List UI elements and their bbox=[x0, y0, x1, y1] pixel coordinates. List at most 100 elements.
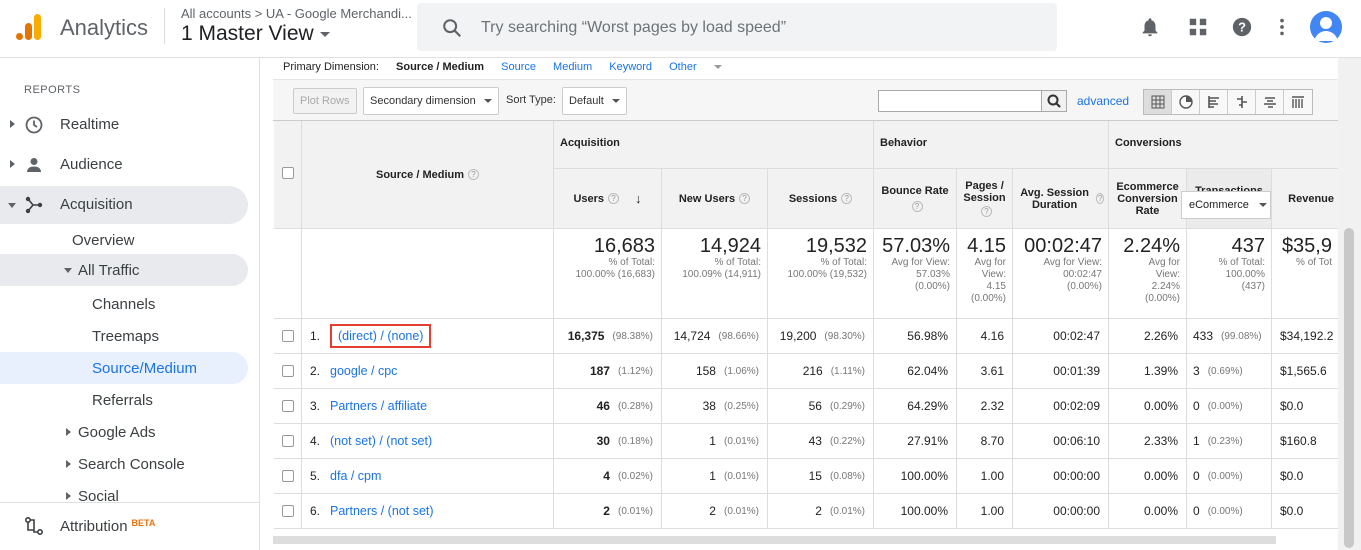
secondary-dimension-dropdown[interactable]: Secondary dimension bbox=[363, 87, 499, 115]
row-checkbox[interactable] bbox=[281, 330, 294, 342]
bell-icon[interactable] bbox=[1139, 16, 1161, 38]
table-cell: 56.98% bbox=[874, 319, 957, 354]
pie-view-icon[interactable] bbox=[1172, 90, 1200, 114]
comparison-view-icon[interactable] bbox=[1228, 90, 1256, 114]
search-input[interactable] bbox=[481, 15, 1041, 41]
col-pages-session[interactable]: Pages / Session? bbox=[957, 169, 1013, 229]
term-cloud-view-icon[interactable] bbox=[1256, 90, 1284, 114]
source-medium-link[interactable]: (direct) / (none) bbox=[338, 329, 423, 343]
totals-cell: 16,683 % of Total: 100.00% (16,683) bbox=[554, 229, 662, 319]
dimension-medium-link[interactable]: Medium bbox=[553, 61, 592, 73]
sort-desc-icon[interactable]: ↓ bbox=[635, 192, 642, 205]
sidebar-item-source-medium[interactable]: Source/Medium bbox=[0, 352, 248, 384]
col-sessions[interactable]: Sessions? bbox=[768, 169, 874, 229]
row-checkbox[interactable] bbox=[281, 400, 294, 412]
sidebar-item-realtime[interactable]: Realtime bbox=[0, 106, 248, 144]
table-cell: 19,200 (98.30%) bbox=[768, 319, 874, 354]
avatar[interactable] bbox=[1310, 11, 1342, 43]
pivot-view-icon[interactable] bbox=[1284, 90, 1312, 114]
source-medium-link[interactable]: (not set) / (not set) bbox=[330, 434, 432, 448]
horizontal-scrollbar[interactable] bbox=[273, 536, 1276, 544]
cell-value: $160.8 bbox=[1280, 434, 1317, 448]
help-icon[interactable]: ? bbox=[739, 193, 751, 204]
sidebar-item-referrals[interactable]: Referrals bbox=[0, 384, 248, 416]
table-view-icon[interactable] bbox=[1144, 90, 1172, 114]
help-icon[interactable]: ? bbox=[981, 206, 992, 217]
table-grid: Source / Medium? Acquisition Behavior Co… bbox=[273, 120, 1339, 529]
cell-value: 16,375 bbox=[567, 329, 605, 343]
search-bar[interactable] bbox=[417, 3, 1057, 51]
conversions-goal-dropdown[interactable]: eCommerce bbox=[1181, 191, 1271, 219]
col-bounce-rate[interactable]: Bounce Rate? bbox=[874, 169, 957, 229]
col-avg-session-duration[interactable]: Avg. Session Duration? bbox=[1013, 169, 1109, 229]
total-note: 100.00% (19,532) bbox=[787, 269, 867, 280]
caret-down-icon bbox=[1258, 203, 1267, 208]
total-note: 100.09% (14,911) bbox=[682, 269, 761, 280]
sidebar-item-attribution[interactable]: Attribution BETA bbox=[0, 502, 259, 550]
dimension-source-link[interactable]: Source bbox=[501, 61, 536, 73]
dimension-keyword-link[interactable]: Keyword bbox=[609, 61, 652, 73]
total-note: Avg for View: bbox=[1043, 257, 1102, 268]
cell-value: 0 bbox=[1193, 469, 1200, 483]
vertical-scrollbar[interactable] bbox=[1338, 58, 1361, 550]
account-breadcrumb[interactable]: All accounts > UA - Google Merchandi... bbox=[181, 6, 412, 21]
row-checkbox[interactable] bbox=[281, 505, 294, 517]
total-note: Avg for bbox=[974, 257, 1007, 268]
performance-view-icon[interactable] bbox=[1200, 90, 1228, 114]
row-checkbox[interactable] bbox=[281, 470, 294, 482]
table-cell: 0.00% bbox=[1109, 459, 1187, 494]
col-revenue[interactable]: Revenue bbox=[1272, 169, 1339, 229]
col-new-users[interactable]: New Users? bbox=[662, 169, 768, 229]
sidebar-item-google-ads[interactable]: Google Ads bbox=[0, 416, 248, 448]
help-icon[interactable]: ? bbox=[911, 201, 923, 212]
cell-percent: (99.08%) bbox=[1221, 330, 1262, 342]
advanced-filter-link[interactable]: advanced bbox=[1077, 94, 1129, 108]
sidebar-item-audience[interactable]: Audience bbox=[0, 146, 248, 184]
sidebar-item-acquisition[interactable]: Acquisition bbox=[0, 186, 248, 224]
col-ecommerce-conversion-rate[interactable]: Ecommerce Conversion Rate bbox=[1109, 169, 1187, 229]
row-checkbox[interactable] bbox=[281, 435, 294, 447]
source-medium-link[interactable]: google / cpc bbox=[330, 364, 397, 378]
view-selector[interactable]: 1 Master View bbox=[181, 22, 330, 46]
behavior-group-header: Behavior bbox=[874, 121, 1109, 169]
cell-percent: (0.25%) bbox=[723, 400, 759, 412]
col-sessions-text: Sessions bbox=[788, 192, 838, 205]
sidebar-item-channels[interactable]: Channels bbox=[0, 288, 248, 320]
source-medium-link[interactable]: Partners / (not set) bbox=[330, 504, 434, 518]
sidebar-item-all-traffic[interactable]: All Traffic bbox=[0, 254, 248, 286]
sidebar-item-treemaps[interactable]: Treemaps bbox=[0, 320, 248, 352]
totals-cell: $35,9 % of Tot bbox=[1272, 229, 1339, 319]
sidebar-item-search-console[interactable]: Search Console bbox=[0, 448, 248, 480]
help-icon[interactable]: ? bbox=[841, 193, 853, 204]
dimension-header[interactable]: Source / Medium? bbox=[302, 121, 554, 229]
help-icon[interactable]: ? bbox=[468, 169, 480, 180]
cell-value: 00:02:47 bbox=[1053, 329, 1100, 343]
row-checkbox[interactable] bbox=[281, 365, 294, 377]
table-filter-input[interactable] bbox=[878, 90, 1042, 112]
cell-value: 187 bbox=[589, 364, 610, 378]
sort-type-dropdown[interactable]: Default bbox=[562, 87, 627, 115]
source-medium-link[interactable]: dfa / cpm bbox=[330, 469, 381, 483]
cell-percent: (0.18%) bbox=[617, 435, 653, 447]
total-value: 4.15 bbox=[967, 235, 1006, 257]
table-cell: 00:00:00 bbox=[1013, 459, 1109, 494]
select-all-checkbox[interactable] bbox=[282, 167, 294, 179]
col-users[interactable]: Users? ↓ bbox=[554, 169, 662, 229]
cell-percent: (0.00%) bbox=[1207, 505, 1243, 517]
help-icon[interactable]: ? bbox=[1231, 16, 1253, 38]
plot-rows-button[interactable]: Plot Rows bbox=[293, 88, 357, 114]
cell-percent: (0.01%) bbox=[617, 505, 653, 517]
analytics-logo-icon[interactable] bbox=[14, 12, 44, 42]
table-filter-search-button[interactable] bbox=[1041, 90, 1067, 112]
dimension-other-link[interactable]: Other bbox=[669, 61, 736, 73]
cell-percent: (0.00%) bbox=[1207, 470, 1243, 482]
total-value: 16,683 bbox=[593, 235, 655, 257]
help-icon[interactable]: ? bbox=[1096, 193, 1104, 204]
scrollbar-thumb[interactable] bbox=[1344, 228, 1354, 548]
col-avg-duration-text: Avg. Session Duration bbox=[1020, 186, 1089, 211]
apps-grid-icon[interactable] bbox=[1187, 16, 1209, 38]
more-vert-icon[interactable] bbox=[1271, 16, 1293, 38]
help-icon[interactable]: ? bbox=[608, 193, 620, 204]
table-row-dimension: 5. dfa / cpm bbox=[302, 459, 554, 494]
source-medium-link[interactable]: Partners / affiliate bbox=[330, 399, 427, 413]
